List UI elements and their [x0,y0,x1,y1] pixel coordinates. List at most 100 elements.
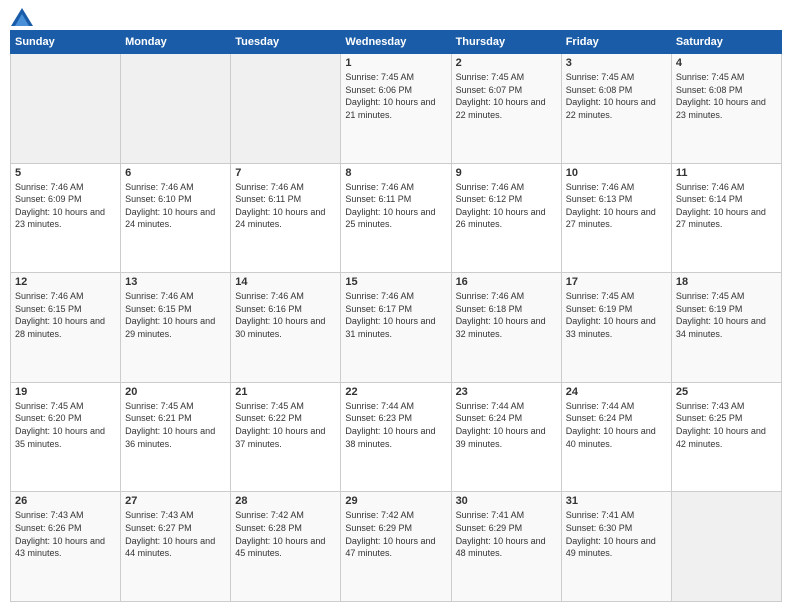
weekday-header-row: SundayMondayTuesdayWednesdayThursdayFrid… [11,31,782,54]
calendar-cell: 29 Sunrise: 7:42 AMSunset: 6:29 PMDaylig… [341,492,451,602]
calendar-cell: 22 Sunrise: 7:44 AMSunset: 6:23 PMDaylig… [341,382,451,492]
calendar-cell: 21 Sunrise: 7:45 AMSunset: 6:22 PMDaylig… [231,382,341,492]
cell-content: Sunrise: 7:45 AMSunset: 6:06 PMDaylight:… [345,71,446,121]
day-number: 1 [345,57,446,69]
week-row-2: 12 Sunrise: 7:46 AMSunset: 6:15 PMDaylig… [11,273,782,383]
day-number: 27 [125,495,226,507]
calendar-cell: 24 Sunrise: 7:44 AMSunset: 6:24 PMDaylig… [561,382,671,492]
calendar-cell: 2 Sunrise: 7:45 AMSunset: 6:07 PMDayligh… [451,54,561,164]
calendar-cell: 16 Sunrise: 7:46 AMSunset: 6:18 PMDaylig… [451,273,561,383]
cell-content: Sunrise: 7:45 AMSunset: 6:19 PMDaylight:… [566,290,667,340]
day-number: 5 [15,167,116,179]
week-row-3: 19 Sunrise: 7:45 AMSunset: 6:20 PMDaylig… [11,382,782,492]
cell-content: Sunrise: 7:46 AMSunset: 6:13 PMDaylight:… [566,181,667,231]
weekday-header-saturday: Saturday [671,31,781,54]
calendar-cell: 6 Sunrise: 7:46 AMSunset: 6:10 PMDayligh… [121,163,231,273]
day-number: 31 [566,495,667,507]
cell-content: Sunrise: 7:45 AMSunset: 6:08 PMDaylight:… [566,71,667,121]
cell-content: Sunrise: 7:45 AMSunset: 6:07 PMDaylight:… [456,71,557,121]
day-number: 26 [15,495,116,507]
day-number: 28 [235,495,336,507]
calendar-cell: 23 Sunrise: 7:44 AMSunset: 6:24 PMDaylig… [451,382,561,492]
day-number: 22 [345,386,446,398]
week-row-4: 26 Sunrise: 7:43 AMSunset: 6:26 PMDaylig… [11,492,782,602]
weekday-header-thursday: Thursday [451,31,561,54]
cell-content: Sunrise: 7:46 AMSunset: 6:10 PMDaylight:… [125,181,226,231]
calendar-cell [121,54,231,164]
calendar-cell: 27 Sunrise: 7:43 AMSunset: 6:27 PMDaylig… [121,492,231,602]
logo-icon [11,8,33,26]
calendar-table: SundayMondayTuesdayWednesdayThursdayFrid… [10,30,782,602]
calendar-cell: 10 Sunrise: 7:46 AMSunset: 6:13 PMDaylig… [561,163,671,273]
calendar-cell: 1 Sunrise: 7:45 AMSunset: 6:06 PMDayligh… [341,54,451,164]
day-number: 23 [456,386,557,398]
cell-content: Sunrise: 7:46 AMSunset: 6:17 PMDaylight:… [345,290,446,340]
week-row-0: 1 Sunrise: 7:45 AMSunset: 6:06 PMDayligh… [11,54,782,164]
day-number: 7 [235,167,336,179]
cell-content: Sunrise: 7:46 AMSunset: 6:14 PMDaylight:… [676,181,777,231]
cell-content: Sunrise: 7:44 AMSunset: 6:23 PMDaylight:… [345,400,446,450]
calendar-cell: 7 Sunrise: 7:46 AMSunset: 6:11 PMDayligh… [231,163,341,273]
day-number: 3 [566,57,667,69]
day-number: 13 [125,276,226,288]
day-number: 9 [456,167,557,179]
day-number: 10 [566,167,667,179]
cell-content: Sunrise: 7:43 AMSunset: 6:26 PMDaylight:… [15,509,116,559]
day-number: 21 [235,386,336,398]
day-number: 6 [125,167,226,179]
cell-content: Sunrise: 7:46 AMSunset: 6:15 PMDaylight:… [125,290,226,340]
weekday-header-tuesday: Tuesday [231,31,341,54]
cell-content: Sunrise: 7:46 AMSunset: 6:11 PMDaylight:… [345,181,446,231]
day-number: 11 [676,167,777,179]
calendar-cell: 4 Sunrise: 7:45 AMSunset: 6:08 PMDayligh… [671,54,781,164]
page: SundayMondayTuesdayWednesdayThursdayFrid… [0,0,792,612]
cell-content: Sunrise: 7:46 AMSunset: 6:16 PMDaylight:… [235,290,336,340]
calendar-cell: 14 Sunrise: 7:46 AMSunset: 6:16 PMDaylig… [231,273,341,383]
cell-content: Sunrise: 7:45 AMSunset: 6:08 PMDaylight:… [676,71,777,121]
day-number: 30 [456,495,557,507]
calendar-cell: 30 Sunrise: 7:41 AMSunset: 6:29 PMDaylig… [451,492,561,602]
weekday-header-sunday: Sunday [11,31,121,54]
calendar-cell: 12 Sunrise: 7:46 AMSunset: 6:15 PMDaylig… [11,273,121,383]
day-number: 18 [676,276,777,288]
cell-content: Sunrise: 7:44 AMSunset: 6:24 PMDaylight:… [456,400,557,450]
calendar-cell: 19 Sunrise: 7:45 AMSunset: 6:20 PMDaylig… [11,382,121,492]
cell-content: Sunrise: 7:41 AMSunset: 6:30 PMDaylight:… [566,509,667,559]
day-number: 14 [235,276,336,288]
day-number: 16 [456,276,557,288]
cell-content: Sunrise: 7:42 AMSunset: 6:28 PMDaylight:… [235,509,336,559]
calendar-cell: 17 Sunrise: 7:45 AMSunset: 6:19 PMDaylig… [561,273,671,383]
calendar-cell: 26 Sunrise: 7:43 AMSunset: 6:26 PMDaylig… [11,492,121,602]
day-number: 25 [676,386,777,398]
header [10,10,782,22]
cell-content: Sunrise: 7:46 AMSunset: 6:09 PMDaylight:… [15,181,116,231]
calendar-cell [231,54,341,164]
day-number: 2 [456,57,557,69]
calendar-cell: 13 Sunrise: 7:46 AMSunset: 6:15 PMDaylig… [121,273,231,383]
cell-content: Sunrise: 7:46 AMSunset: 6:11 PMDaylight:… [235,181,336,231]
cell-content: Sunrise: 7:43 AMSunset: 6:27 PMDaylight:… [125,509,226,559]
day-number: 15 [345,276,446,288]
calendar-cell [671,492,781,602]
cell-content: Sunrise: 7:43 AMSunset: 6:25 PMDaylight:… [676,400,777,450]
weekday-header-monday: Monday [121,31,231,54]
cell-content: Sunrise: 7:45 AMSunset: 6:19 PMDaylight:… [676,290,777,340]
calendar-cell: 8 Sunrise: 7:46 AMSunset: 6:11 PMDayligh… [341,163,451,273]
day-number: 24 [566,386,667,398]
calendar-cell: 20 Sunrise: 7:45 AMSunset: 6:21 PMDaylig… [121,382,231,492]
calendar-cell: 3 Sunrise: 7:45 AMSunset: 6:08 PMDayligh… [561,54,671,164]
calendar-cell: 28 Sunrise: 7:42 AMSunset: 6:28 PMDaylig… [231,492,341,602]
logo [10,10,33,22]
cell-content: Sunrise: 7:46 AMSunset: 6:15 PMDaylight:… [15,290,116,340]
weekday-header-friday: Friday [561,31,671,54]
calendar-cell: 18 Sunrise: 7:45 AMSunset: 6:19 PMDaylig… [671,273,781,383]
day-number: 19 [15,386,116,398]
cell-content: Sunrise: 7:44 AMSunset: 6:24 PMDaylight:… [566,400,667,450]
day-number: 8 [345,167,446,179]
calendar-cell: 9 Sunrise: 7:46 AMSunset: 6:12 PMDayligh… [451,163,561,273]
calendar-cell: 31 Sunrise: 7:41 AMSunset: 6:30 PMDaylig… [561,492,671,602]
cell-content: Sunrise: 7:46 AMSunset: 6:18 PMDaylight:… [456,290,557,340]
day-number: 17 [566,276,667,288]
cell-content: Sunrise: 7:45 AMSunset: 6:22 PMDaylight:… [235,400,336,450]
day-number: 29 [345,495,446,507]
